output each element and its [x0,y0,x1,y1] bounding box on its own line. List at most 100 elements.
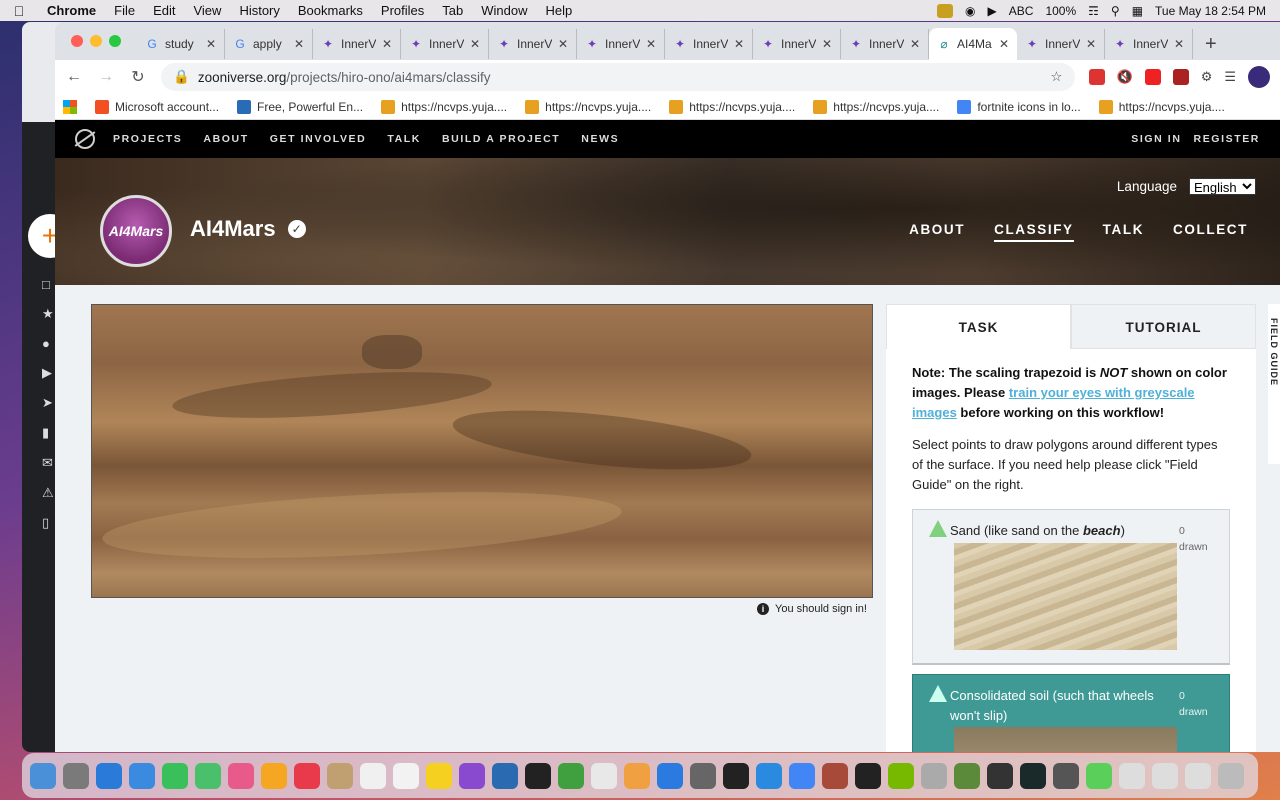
apps-icon[interactable] [63,99,77,114]
dock-app-icon[interactable] [327,762,353,789]
dock-app-icon[interactable] [162,762,188,789]
dock-app-icon[interactable] [459,762,485,789]
answer-sand[interactable]: Sand (like sand on the beach) 0 drawn [912,509,1230,665]
nav-get-involved[interactable]: GET INVOLVED [270,133,367,145]
minimize-window-button[interactable] [90,35,102,47]
tab-tutorial[interactable]: TUTORIAL [1071,304,1256,349]
dock-app-icon[interactable] [195,762,221,789]
close-tab-icon[interactable]: ✕ [206,37,216,51]
profile-avatar[interactable] [1248,66,1270,88]
nav-news[interactable]: NEWS [581,133,619,145]
spam-icon[interactable]: ⚠ [42,485,54,501]
browser-tab[interactable]: ⌀ AI4Ma ✕ [929,28,1017,60]
youtube-extension-icon[interactable] [1144,69,1161,85]
reading-list-icon[interactable]: ☰ [1224,69,1236,85]
project-tab-classify[interactable]: CLASSIFY [994,222,1074,242]
menubar-clock[interactable]: Tue May 18 2:54 PM [1155,4,1266,18]
bookmark-item[interactable]: fortnite icons in lo... [957,99,1081,114]
dock-app-icon[interactable] [63,762,89,789]
bookmark-item[interactable]: https://ncvps.yuja.... [813,99,939,114]
bookmark-item[interactable]: Free, Powerful En... [237,99,363,114]
browser-tab[interactable]: ✦ InnerV ✕ [577,29,665,59]
project-tab-about[interactable]: ABOUT [909,222,965,242]
register-link[interactable]: REGISTER [1194,133,1260,145]
dock-app-icon[interactable] [1152,762,1178,789]
puzzle-extensions-icon[interactable]: ⚙ [1201,69,1213,85]
nav-about[interactable]: ABOUT [203,133,248,145]
close-tab-icon[interactable]: ✕ [294,37,304,51]
dock-app-icon[interactable] [987,762,1013,789]
camera-status-icon[interactable]: ◉ [965,4,975,18]
mail-icon[interactable]: ✉ [42,455,54,471]
dock-app-icon[interactable] [294,762,320,789]
bookmark-item[interactable]: https://ncvps.yuja.... [669,99,795,114]
forward-arrow-icon[interactable]: → [97,68,115,86]
shield-status-icon[interactable] [937,3,954,18]
project-avatar[interactable]: AI4Mars [100,195,172,267]
extension-badge-icon[interactable] [1172,69,1189,85]
control-center-icon[interactable]: ▦ [1132,4,1143,18]
sent-icon[interactable]: ➤ [42,395,54,411]
dock-app-icon[interactable] [723,762,749,789]
dock-app-icon[interactable] [756,762,782,789]
browser-tab[interactable]: ✦ InnerV ✕ [1017,29,1105,59]
browser-tab[interactable]: ✦ InnerV ✕ [489,29,577,59]
answer-consolidated-soil[interactable]: Consolidated soil (such that wheels won'… [912,674,1230,752]
input-source[interactable]: ABC [1009,4,1034,18]
dock-app-icon[interactable] [96,762,122,789]
browser-tab[interactable]: Gstudy ✕ [137,29,225,59]
bookmark-item[interactable]: Microsoft account... [95,99,219,114]
browser-tab[interactable]: ✦ InnerV ✕ [1105,29,1193,59]
nav-talk[interactable]: TALK [387,133,421,145]
browser-tab[interactable]: ✦ InnerV ✕ [841,29,929,59]
browser-tab[interactable]: Gapply ✕ [225,29,313,59]
dock-app-icon[interactable] [888,762,914,789]
extension-red-icon[interactable] [1088,69,1105,85]
dock-app-icon[interactable] [261,762,287,789]
dock-app-icon[interactable] [657,762,683,789]
dock-app-icon[interactable] [1086,762,1112,789]
dock-app-icon[interactable] [1185,762,1211,789]
reload-icon[interactable]: ↻ [129,67,147,87]
project-name[interactable]: AI4Mars [190,216,276,242]
field-guide-tab[interactable]: FIELD GUIDE [1268,304,1280,464]
close-tab-icon[interactable]: ✕ [470,37,480,51]
close-window-button[interactable] [71,35,83,47]
dock-app-icon[interactable] [1119,762,1145,789]
dock-app-icon[interactable] [426,762,452,789]
bookmark-star-icon[interactable]: ☆ [1050,69,1062,85]
dock-app-icon[interactable] [228,762,254,789]
close-tab-icon[interactable]: ✕ [999,37,1009,51]
apple-icon[interactable]:  [0,3,38,19]
close-tab-icon[interactable]: ✕ [822,37,832,51]
play-status-icon[interactable]: ▶ [988,4,997,18]
menu-view[interactable]: View [184,3,230,18]
draft-icon[interactable]: ▮ [42,425,54,441]
dock-app-icon[interactable] [789,762,815,789]
project-tab-talk[interactable]: TALK [1103,222,1144,242]
browser-tab[interactable]: ✦ InnerV ✕ [665,29,753,59]
dock-app-icon[interactable] [1020,762,1046,789]
close-tab-icon[interactable]: ✕ [910,37,920,51]
menu-window[interactable]: Window [472,3,536,18]
bookmark-item[interactable]: https://ncvps.yuja.... [381,99,507,114]
spotlight-icon[interactable]: ⚲ [1111,4,1120,18]
dock-app-icon[interactable] [690,762,716,789]
dock-app-icon[interactable] [591,762,617,789]
menu-history[interactable]: History [230,3,288,18]
mute-tab-icon[interactable]: 🔇 [1117,69,1133,85]
dock-app-icon[interactable] [360,762,386,789]
project-tab-collect[interactable]: COLLECT [1173,222,1248,242]
menu-help[interactable]: Help [537,3,582,18]
trash-icon[interactable]: ▯ [42,515,54,531]
new-tab-button[interactable]: + [1193,33,1229,56]
inbox-icon[interactable]: □ [42,277,54,292]
menu-app-name[interactable]: Chrome [38,3,105,18]
dock-app-icon[interactable] [558,762,584,789]
menu-bookmarks[interactable]: Bookmarks [289,3,372,18]
dock-app-icon[interactable] [855,762,881,789]
browser-tab[interactable]: ✦ InnerV ✕ [313,29,401,59]
close-tab-icon[interactable]: ✕ [382,37,392,51]
zooniverse-logo-icon[interactable] [75,129,95,149]
back-arrow-icon[interactable]: ← [65,68,83,86]
